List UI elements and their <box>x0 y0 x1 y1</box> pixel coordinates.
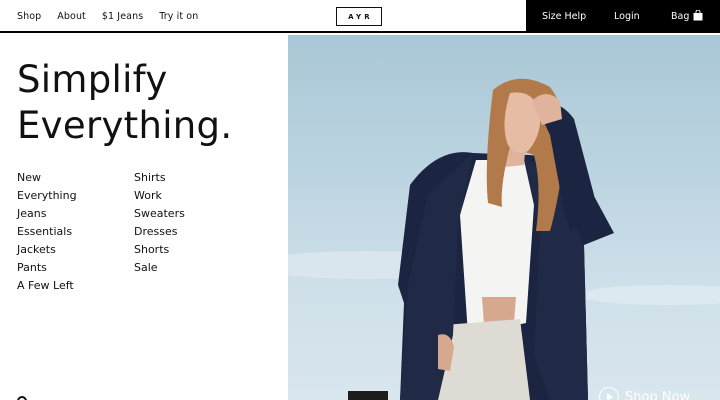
category-link-essentials[interactable]: Essentials <box>17 223 77 241</box>
nav-link-1-dollar-jeans[interactable]: $1 Jeans <box>102 11 143 22</box>
nav-link-shop[interactable]: Shop <box>17 11 41 22</box>
shop-now-button[interactable]: Shop Now <box>599 387 690 400</box>
category-link-new[interactable]: New <box>17 169 77 187</box>
category-link-shorts[interactable]: Shorts <box>134 241 185 259</box>
brand-logo[interactable]: AYR <box>336 7 382 26</box>
headline-line-1: Simplify <box>17 58 168 101</box>
hero-headline: Simplify Everything. <box>17 57 232 149</box>
category-link-work[interactable]: Work <box>134 187 185 205</box>
category-link-sale[interactable]: Sale <box>134 259 185 277</box>
play-circle-icon <box>599 387 619 400</box>
shopping-bag-icon[interactable] <box>693 10 703 21</box>
shop-now-label: Shop Now <box>625 389 691 400</box>
category-link-dresses[interactable]: Dresses <box>134 223 185 241</box>
bag-link[interactable]: Bag <box>671 11 689 22</box>
category-menu-column-2: Shirts Work Sweaters Dresses Shorts Sale <box>134 169 185 277</box>
size-help-link[interactable]: Size Help <box>542 11 586 22</box>
top-navigation-bar: Shop About $1 Jeans Try it on AYR Size H… <box>0 0 720 33</box>
headline-line-2: Everything. <box>17 104 233 147</box>
category-link-sweaters[interactable]: Sweaters <box>134 205 185 223</box>
login-link[interactable]: Login <box>614 11 640 22</box>
nav-link-about[interactable]: About <box>57 11 86 22</box>
hero-image[interactable]: Shop Now <box>288 35 720 400</box>
model-illustration <box>288 78 720 400</box>
nav-link-try-it-on[interactable]: Try it on <box>159 11 198 22</box>
category-link-shirts[interactable]: Shirts <box>134 169 185 187</box>
category-menu-column-1: New Everything Jeans Essentials Jackets … <box>17 169 77 295</box>
partial-icon <box>17 396 27 400</box>
category-link-jackets[interactable]: Jackets <box>17 241 77 259</box>
primary-nav: Shop About $1 Jeans Try it on <box>17 0 214 33</box>
category-link-a-few-left[interactable]: A Few Left <box>17 277 77 295</box>
category-link-pants[interactable]: Pants <box>17 259 77 277</box>
left-content-panel: Simplify Everything. New Everything Jean… <box>0 35 288 400</box>
category-link-everything[interactable]: Everything <box>17 187 77 205</box>
utility-nav: Size Help Login Bag <box>526 0 720 33</box>
category-link-jeans[interactable]: Jeans <box>17 205 77 223</box>
